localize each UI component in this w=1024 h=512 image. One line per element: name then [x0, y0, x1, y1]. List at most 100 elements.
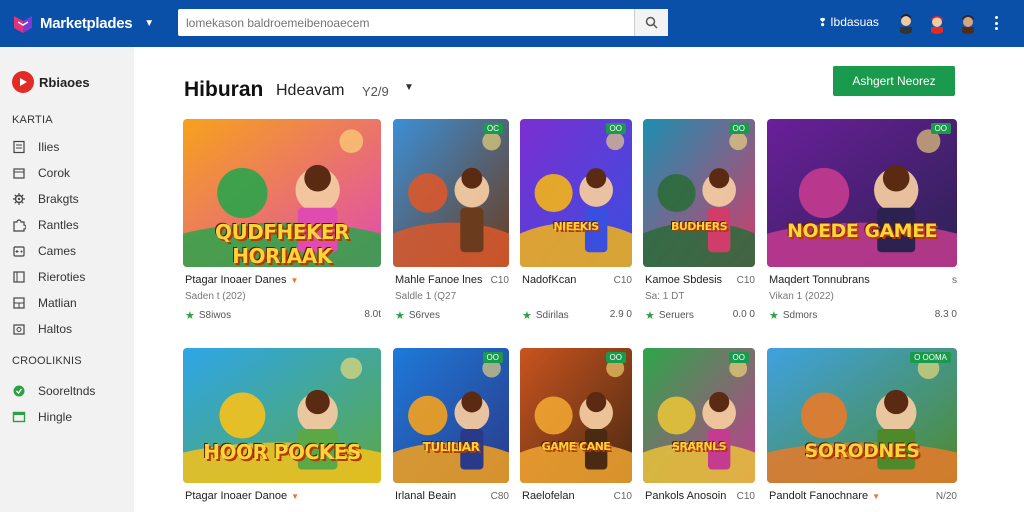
sidebar-item-sooreltnds[interactable]: Sooreltnds	[12, 383, 95, 399]
game-art-title: TULILIAR	[422, 439, 480, 454]
avatar[interactable]	[926, 12, 948, 34]
grid-icon	[13, 297, 25, 309]
sidebar-item-label: Haltos	[38, 322, 73, 336]
card-aux: C10	[613, 491, 632, 502]
account-label: Ibdasuas	[830, 15, 879, 29]
card-title[interactable]: Irlanal Beain	[395, 490, 456, 502]
game-art-image	[520, 348, 632, 483]
sidebar-item-label: Sooreltnds	[38, 384, 96, 398]
top-bar: Marketplades ▼ ❢ Ibdasuas	[0, 0, 1024, 47]
card-thumbnail[interactable]: SORODNES O OOMA	[767, 348, 957, 483]
sidebar-item-hingle[interactable]: Hingle	[12, 409, 72, 425]
avatar[interactable]	[957, 12, 979, 34]
card-rating: ★ Seruers	[645, 310, 694, 322]
sidebar-item-label: Hingle	[38, 410, 73, 424]
game-art-image	[643, 348, 755, 483]
status-badge: OC	[483, 123, 503, 134]
sidebar-item-haltos[interactable]: Haltos	[12, 321, 72, 337]
card-title[interactable]: Raelofelan	[522, 490, 575, 502]
sidebar-item-rantles[interactable]: Rantles	[12, 217, 79, 233]
sidebar-item-brakgts[interactable]: Brakgts	[12, 191, 79, 207]
list-icon	[13, 271, 25, 283]
avatar[interactable]	[895, 12, 917, 34]
search-input[interactable]	[178, 9, 634, 36]
page-subtitle[interactable]: Hdeavam	[276, 82, 344, 100]
card-thumbnail[interactable]: QUDFHEKER HORIAAK	[183, 119, 381, 267]
sidebar-item-matlian[interactable]: Matlian	[12, 295, 77, 311]
primary-action-button[interactable]: Ashgert Neorez	[833, 66, 955, 96]
card-thumbnail[interactable]: GAME CANE OO	[520, 348, 632, 483]
chevron-down-icon: ▼	[290, 276, 299, 285]
game-card[interactable]: BUDHERS OO Kamoe Sbdesis C10 Sa: 1 DT ★ S…	[643, 119, 755, 322]
game-art-title: SRARNLS	[671, 439, 727, 453]
sidebar-item-rieroties[interactable]: Rieroties	[12, 269, 85, 285]
status-badge: OO	[482, 352, 503, 363]
card-thumbnail[interactable]: HOOR POCKES	[183, 348, 381, 483]
sidebar-header[interactable]: Rbiaoes	[12, 71, 90, 93]
card-thumbnail[interactable]: NIEEKIS OO	[520, 119, 632, 267]
card-title[interactable]: Pankols Anosoin	[645, 490, 726, 502]
status-badge: O OOMA	[910, 352, 951, 363]
game-card[interactable]: TULILIAR OO Irlanal Beain C80	[393, 348, 509, 502]
game-card[interactable]: SRARNLS OO Pankols Anosoin C10	[643, 348, 755, 502]
brand-name: Marketplades	[40, 15, 133, 32]
sidebar-item-ilies[interactable]: Ilies	[12, 139, 59, 155]
box-icon	[13, 168, 25, 179]
card-rating: ★ Sdmors	[769, 310, 818, 322]
game-art-title: BUDHERS	[670, 219, 728, 233]
game-card[interactable]: GAME CANE OO Raelofelan C10	[520, 348, 632, 502]
card-thumbnail[interactable]: OC	[393, 119, 509, 267]
document-icon	[13, 140, 25, 154]
card-title[interactable]: Ptagar Inoaer Danoe ▼	[185, 490, 299, 502]
account-menu[interactable]: ❢ Ibdasuas	[818, 15, 879, 29]
brand[interactable]: Marketplades ▼	[12, 0, 154, 47]
card-thumbnail[interactable]: TULILIAR OO	[393, 348, 509, 483]
game-card[interactable]: QUDFHEKER HORIAAK Ptagar Inoaer Danes ▼ S…	[183, 119, 381, 322]
status-badge: OO	[605, 352, 626, 363]
sidebar-item-label: Rieroties	[38, 270, 86, 284]
game-art-image	[643, 119, 755, 267]
game-art-title: NOEDE GAMEE	[786, 219, 938, 242]
chevron-down-icon: ▼	[872, 492, 880, 501]
sidebar-section-title: KARTIA	[12, 114, 53, 126]
card-thumbnail[interactable]: NOEDE GAMEE OO	[767, 119, 957, 267]
sidebar-item-label: Ilies	[38, 140, 60, 154]
card-title[interactable]: Kamoe Sbdesis	[645, 274, 722, 286]
card-title[interactable]: Pandolt Fanochnare ▼	[769, 490, 880, 502]
game-art-title: SORODNES	[804, 439, 920, 462]
card-thumbnail[interactable]: SRARNLS OO	[643, 348, 755, 483]
card-thumbnail[interactable]: BUDHERS OO	[643, 119, 755, 267]
game-card[interactable]: OC Mahle Fanoe lnes C10 Saldle 1 (Q27 ★ S…	[393, 119, 509, 322]
game-card[interactable]: SORODNES O OOMA Pandolt Fanochnare ▼ N/20	[767, 348, 957, 502]
card-title[interactable]: Mahle Fanoe lnes	[395, 274, 482, 286]
card-title[interactable]: Maqdert Tonnubrans	[769, 274, 870, 286]
star-icon: ★	[522, 310, 532, 322]
game-card[interactable]: NOEDE GAMEE OO Maqdert Tonnubrans s Vika…	[767, 119, 957, 322]
card-year: Vikan 1 (2022)	[769, 291, 834, 302]
game-art-image	[767, 119, 957, 267]
card-aux: C10	[736, 491, 755, 502]
sidebar-section-title: CROOLIKNIS	[12, 355, 82, 367]
sidebar-item-cames[interactable]: Cames	[12, 243, 76, 259]
game-card[interactable]: HOOR POCKES Ptagar Inoaer Danoe ▼	[183, 348, 381, 502]
game-art-image	[520, 119, 632, 267]
card-rating: ★ S8iwos	[185, 310, 232, 322]
card-aux: C10	[613, 275, 632, 286]
game-art-image	[393, 119, 509, 267]
card-aux: C80	[490, 491, 509, 502]
game-card[interactable]: NIEEKIS OO NadofKcan C10 ★ Sdirilas 2.9 0	[520, 119, 632, 322]
card-title[interactable]: NadofKcan	[522, 274, 576, 286]
sidebar-item-corok[interactable]: Corok	[12, 165, 70, 181]
card-title[interactable]: Ptagar Inoaer Danes ▼	[185, 274, 298, 286]
card-rating: ★ S6rves	[395, 310, 440, 322]
search-button[interactable]	[634, 9, 668, 36]
card-year: Sa: 1 DT	[645, 291, 685, 302]
kebab-menu-icon[interactable]	[992, 13, 1000, 33]
sidebar-item-label: Cames	[38, 244, 77, 258]
chevron-down-icon[interactable]: ▼	[404, 82, 414, 93]
game-art-title: HOOR POCKES	[203, 439, 361, 464]
image-icon	[13, 324, 25, 335]
status-badge: OO	[930, 123, 951, 134]
chevron-down-icon[interactable]: ▼	[144, 18, 154, 29]
puzzle-icon	[13, 219, 26, 232]
